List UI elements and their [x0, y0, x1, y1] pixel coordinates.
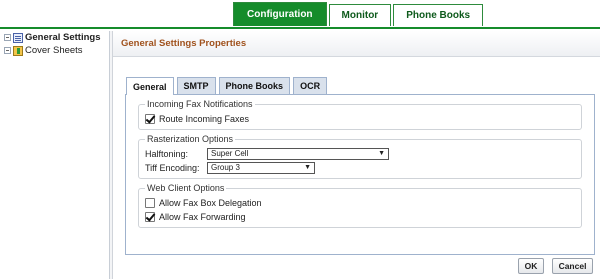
properties-panel: General Settings Properties General SMTP…	[112, 31, 600, 279]
allow-fax-box-delegation-row: Allow Fax Box Delegation	[145, 196, 575, 209]
general-tab-body: Incoming Fax Notifications Route Incomin…	[125, 94, 595, 255]
collapse-icon[interactable]	[4, 34, 11, 41]
tab-phone-books[interactable]: Phone Books	[393, 4, 484, 26]
tab-general[interactable]: General	[126, 77, 174, 95]
settings-tab-container: General SMTP Phone Books OCR Incoming Fa…	[125, 77, 595, 255]
settings-tree: General Settings Cover Sheets	[0, 31, 108, 279]
tab-monitor[interactable]: Monitor	[328, 4, 392, 26]
halftoning-select[interactable]: Super Cell ▼	[207, 147, 389, 160]
top-tab-bar: Configuration Monitor Phone Books	[233, 2, 484, 28]
checkbox-label: Allow Fax Forwarding	[159, 211, 246, 222]
incoming-fax-notifications-group: Incoming Fax Notifications Route Incomin…	[138, 99, 582, 130]
tab-smtp[interactable]: SMTP	[176, 77, 216, 94]
tree-item-general-settings[interactable]: General Settings	[0, 31, 108, 44]
route-incoming-faxes-row: Route Incoming Faxes	[145, 112, 575, 125]
tree-item-label: Cover Sheets	[25, 45, 83, 56]
tiff-encoding-label: Tiff Encoding:	[145, 162, 200, 173]
cover-sheet-icon	[13, 45, 23, 56]
tab-phone-books-settings[interactable]: Phone Books	[218, 77, 291, 94]
route-incoming-faxes-checkbox[interactable]	[145, 113, 155, 124]
group-legend: Incoming Fax Notifications	[147, 99, 253, 109]
allow-fax-forwarding-checkbox[interactable]	[145, 211, 155, 222]
group-legend: Rasterization Options	[147, 134, 234, 144]
checkbox-label: Allow Fax Box Delegation	[159, 197, 262, 208]
allow-fax-forwarding-row: Allow Fax Forwarding	[145, 210, 575, 223]
allow-fax-box-delegation-checkbox[interactable]	[145, 197, 155, 208]
dropdown-arrow-icon: ▼	[304, 164, 311, 171]
tiff-encoding-row: Tiff Encoding: Group 3 ▼	[145, 161, 575, 174]
dropdown-arrow-icon: ▼	[378, 150, 385, 157]
rasterization-options-group: Rasterization Options Halftoning: Super …	[138, 134, 582, 179]
tab-configuration[interactable]: Configuration	[233, 2, 327, 26]
select-value: Super Cell	[211, 149, 249, 158]
settings-tab-bar: General SMTP Phone Books OCR	[125, 77, 595, 95]
panel-title: General Settings Properties	[113, 31, 600, 57]
tree-item-label: General Settings	[25, 32, 101, 43]
top-divider	[0, 27, 600, 29]
tiff-encoding-select[interactable]: Group 3 ▼	[207, 161, 315, 174]
group-legend: Web Client Options	[147, 183, 225, 193]
checkbox-label: Route Incoming Faxes	[159, 113, 250, 124]
halftoning-row: Halftoning: Super Cell ▼	[145, 147, 575, 160]
settings-list-icon	[13, 32, 23, 43]
web-client-options-group: Web Client Options Allow Fax Box Delegat…	[138, 183, 582, 228]
expand-icon[interactable]	[4, 47, 11, 54]
tab-ocr[interactable]: OCR	[293, 77, 328, 94]
ok-button[interactable]: OK	[518, 258, 544, 274]
tree-item-cover-sheets[interactable]: Cover Sheets	[0, 44, 108, 57]
cancel-button[interactable]: Cancel	[552, 258, 593, 274]
halftoning-label: Halftoning:	[145, 148, 189, 159]
select-value: Group 3	[211, 163, 240, 172]
